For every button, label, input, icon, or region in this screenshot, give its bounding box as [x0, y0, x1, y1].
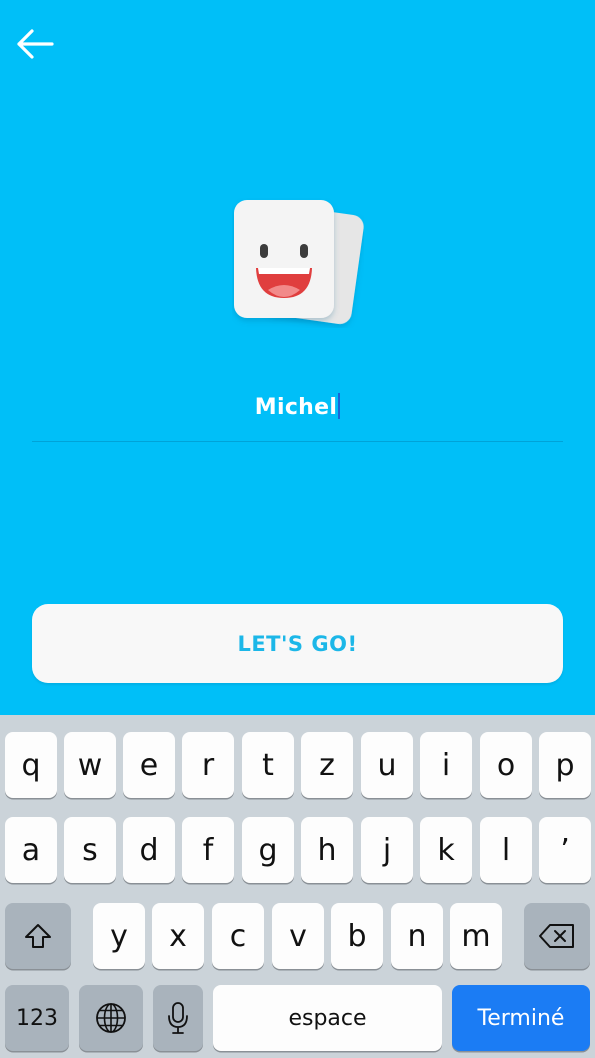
key-w[interactable]: w — [64, 732, 116, 798]
lets-go-button[interactable]: LET'S GO! — [32, 604, 563, 683]
key-r[interactable]: r — [182, 732, 234, 798]
input-underline — [32, 441, 563, 442]
numbers-key[interactable]: 123 — [5, 985, 69, 1051]
key-s[interactable]: s — [64, 817, 116, 883]
backspace-icon — [539, 924, 574, 948]
done-key[interactable]: Terminé — [452, 985, 590, 1051]
key-x[interactable]: x — [152, 903, 204, 969]
key-c[interactable]: c — [212, 903, 264, 969]
globe-icon — [96, 1003, 126, 1033]
key-f[interactable]: f — [182, 817, 234, 883]
key-y[interactable]: y — [93, 903, 145, 969]
text-caret — [338, 393, 341, 419]
key-q[interactable]: q — [5, 732, 57, 798]
on-screen-keyboard: q w e r t z u i o p a s d f g h j k l ’ … — [0, 715, 595, 1058]
key-m[interactable]: m — [450, 903, 502, 969]
backspace-key[interactable] — [524, 903, 590, 969]
key-i[interactable]: i — [420, 732, 472, 798]
key-h[interactable]: h — [301, 817, 353, 883]
key-g[interactable]: g — [242, 817, 294, 883]
dictation-key[interactable] — [153, 985, 203, 1051]
key-d[interactable]: d — [123, 817, 175, 883]
key-l[interactable]: l — [480, 817, 532, 883]
arrow-left-icon — [17, 29, 54, 59]
key-n[interactable]: n — [391, 903, 443, 969]
name-entry-screen: Michel LET'S GO! — [0, 0, 595, 715]
key-j[interactable]: j — [361, 817, 413, 883]
name-value: Michel — [254, 395, 338, 420]
key-a[interactable]: a — [5, 817, 57, 883]
key-v[interactable]: v — [272, 903, 324, 969]
name-input[interactable]: Michel — [32, 393, 563, 420]
shift-key[interactable] — [5, 903, 71, 969]
key-o[interactable]: o — [480, 732, 532, 798]
key-b[interactable]: b — [331, 903, 383, 969]
smiling-card-mascot-icon — [234, 200, 364, 325]
microphone-icon — [168, 1002, 188, 1034]
mascot-logo — [232, 198, 364, 328]
key-k[interactable]: k — [420, 817, 472, 883]
back-button[interactable] — [12, 24, 56, 64]
key-e[interactable]: e — [123, 732, 175, 798]
globe-key[interactable] — [79, 985, 143, 1051]
key-apostrophe[interactable]: ’ — [539, 817, 591, 883]
shift-icon — [25, 924, 51, 948]
key-z[interactable]: z — [301, 732, 353, 798]
key-p[interactable]: p — [539, 732, 591, 798]
key-t[interactable]: t — [242, 732, 294, 798]
space-key[interactable]: espace — [213, 985, 442, 1051]
key-u[interactable]: u — [361, 732, 413, 798]
